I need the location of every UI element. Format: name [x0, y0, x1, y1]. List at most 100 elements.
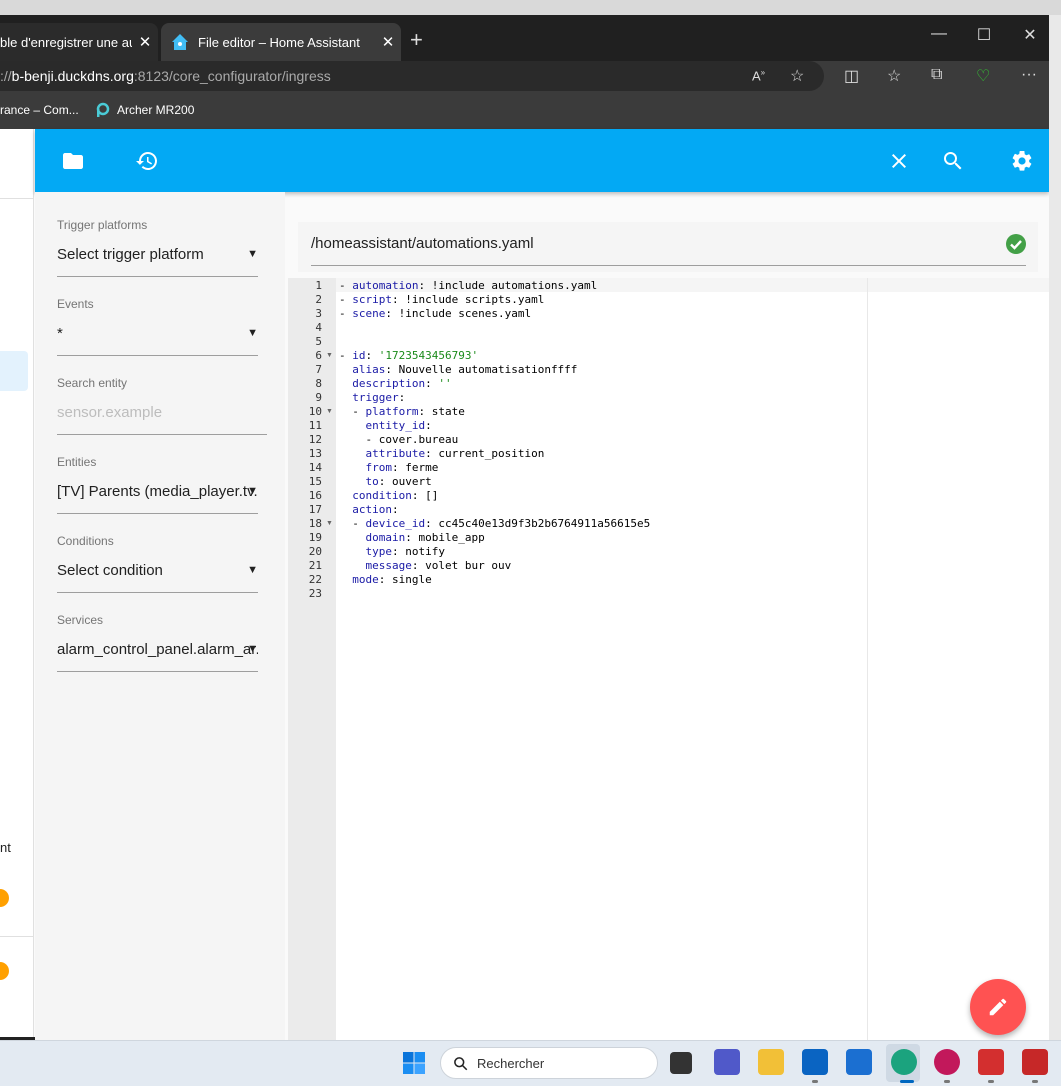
tab-previous[interactable]: ble d'enregistrer une auto ✕ — [0, 23, 158, 61]
code-line: - script: !include scripts.yaml — [339, 293, 545, 306]
collections-icon[interactable]: ⧉ — [931, 66, 942, 84]
line-number: 19 — [308, 531, 322, 544]
line-number: 13 — [308, 447, 322, 460]
services-select[interactable]: alarm_control_panel.alarm_ar... ▼ — [57, 637, 258, 672]
file-path[interactable]: /homeassistant/automations.yaml — [311, 235, 534, 252]
mail-icon[interactable] — [846, 1049, 872, 1075]
field-label: Search entity — [57, 376, 128, 390]
settings-icon[interactable] — [1009, 149, 1035, 173]
bookmark-item[interactable]: rance – Com... — [0, 103, 79, 117]
favorites-icon[interactable]: ☆ — [887, 66, 901, 86]
events-select[interactable]: * ▼ — [57, 321, 258, 356]
edit-fab-button[interactable] — [970, 979, 1026, 1035]
line-number: 8 — [315, 377, 322, 390]
sidebar-divider — [0, 198, 34, 199]
code-line: alias: Nouvelle automatisationffff — [352, 363, 578, 376]
teams-icon[interactable] — [714, 1049, 740, 1075]
app-icon[interactable] — [934, 1049, 960, 1075]
fold-toggle-icon[interactable]: ▼ — [326, 405, 333, 419]
sidebar-badge — [0, 962, 9, 980]
line-number: 16 — [308, 489, 322, 502]
running-indicator — [944, 1080, 950, 1083]
conditions-field: Conditions Select condition ▼ — [57, 534, 258, 593]
ha-sidebar: nt onfigurator — [0, 129, 64, 1056]
services-field: Services alarm_control_panel.alarm_ar...… — [57, 613, 258, 672]
remote-desktop-icon[interactable] — [978, 1049, 1004, 1075]
line-number: 11 — [308, 419, 322, 432]
field-label: Services — [57, 613, 104, 627]
sidebar-badge — [0, 889, 9, 907]
code-line: mode: single — [352, 573, 432, 586]
trigger-platform-select[interactable]: Select trigger platform ▼ — [57, 242, 258, 277]
line-number: 6 — [315, 349, 322, 362]
code-line: entity_id: — [365, 419, 432, 432]
conditions-select[interactable]: Select condition ▼ — [57, 558, 258, 593]
close-icon[interactable] — [886, 149, 912, 173]
tab-close-icon[interactable]: ✕ — [375, 33, 401, 51]
line-number: 23 — [308, 587, 322, 600]
running-indicator — [812, 1080, 818, 1083]
file-explorer-icon[interactable] — [758, 1049, 784, 1075]
new-tab-button[interactable]: + — [410, 29, 423, 51]
entities-select[interactable]: [TV] Parents (media_player.tv... ▼ — [57, 479, 258, 514]
line-number: 10 — [308, 405, 322, 418]
close-window-button[interactable]: ✕ — [1010, 25, 1050, 45]
line-number: 20 — [308, 545, 322, 558]
code-line: - automation: !include automations.yaml — [339, 279, 598, 292]
running-indicator — [900, 1080, 914, 1083]
bookmark-item[interactable]: Archer MR200 — [117, 103, 194, 117]
code-line: action: — [352, 503, 399, 516]
code-line: from: ferme — [365, 461, 439, 474]
line-number: 3 — [315, 307, 322, 320]
events-field: Events * ▼ — [57, 297, 258, 356]
app-toolbar — [35, 129, 1049, 192]
more-menu-icon[interactable]: ··· — [1021, 66, 1037, 84]
window-scrollbar[interactable] — [1049, 15, 1061, 1040]
url-path: :8123/core_configurator/ingress — [133, 68, 331, 84]
field-label: Conditions — [57, 534, 114, 548]
windows-start-icon[interactable] — [402, 1051, 426, 1075]
autocad-icon[interactable] — [1022, 1049, 1048, 1075]
address-bar[interactable]: ://b-benji.duckdns.org:8123/core_configu… — [0, 61, 824, 91]
edge-icon[interactable] — [891, 1049, 917, 1075]
browser-window: ble d'enregistrer une auto ✕ File editor… — [0, 15, 1050, 1056]
running-indicator — [988, 1080, 994, 1083]
code-line: trigger: — [352, 391, 406, 404]
search-entity-input[interactable]: sensor.example — [57, 400, 267, 435]
code-line: - cover.bureau — [339, 433, 459, 446]
code-line: - scene: !include scenes.yaml — [339, 307, 532, 320]
windows-taskbar: Rechercher — [0, 1040, 1061, 1086]
task-view-icon[interactable] — [670, 1052, 692, 1074]
code-line: message: volet bur ouv — [365, 559, 512, 572]
helper-panel: Trigger platforms Select trigger platfor… — [35, 192, 285, 1040]
split-screen-icon[interactable]: ◫ — [844, 66, 859, 86]
trigger-platform-field: Trigger platforms Select trigger platfor… — [57, 218, 258, 277]
fold-toggle-icon[interactable]: ▼ — [326, 517, 333, 531]
code-line: domain: mobile_app — [365, 531, 485, 544]
taskbar-search[interactable]: Rechercher — [440, 1047, 658, 1079]
outlook-icon[interactable] — [802, 1049, 828, 1075]
read-aloud-icon[interactable]: A» — [752, 68, 765, 83]
minimize-button[interactable]: — — [919, 25, 959, 43]
maximize-button[interactable]: ☐ — [964, 25, 1004, 45]
code-editor[interactable]: 1 - automation: !include automations.yaml… — [288, 278, 1049, 1040]
line-number: 18 — [308, 517, 322, 530]
os-top-strip — [0, 0, 1061, 15]
favorite-star-icon[interactable]: ☆ — [790, 66, 804, 86]
tab-file-editor[interactable]: File editor – Home Assistant ✕ — [161, 23, 401, 61]
dropdown-arrow-icon: ▼ — [247, 248, 258, 260]
browser-essentials-icon[interactable]: ♡ — [976, 66, 990, 86]
history-icon[interactable] — [134, 149, 160, 173]
search-icon[interactable] — [940, 149, 966, 173]
dropdown-arrow-icon: ▼ — [247, 643, 258, 655]
tplink-icon — [96, 102, 110, 117]
tab-close-icon[interactable]: ✕ — [132, 33, 158, 51]
line-number: 14 — [308, 461, 322, 474]
field-label: Trigger platforms — [57, 218, 148, 232]
fold-toggle-icon[interactable]: ▼ — [326, 349, 333, 363]
pencil-icon — [989, 998, 1007, 1016]
sidebar-divider — [0, 936, 34, 937]
running-indicator — [1032, 1080, 1038, 1083]
folder-icon[interactable] — [60, 149, 86, 173]
sidebar-item-active[interactable] — [0, 351, 28, 391]
